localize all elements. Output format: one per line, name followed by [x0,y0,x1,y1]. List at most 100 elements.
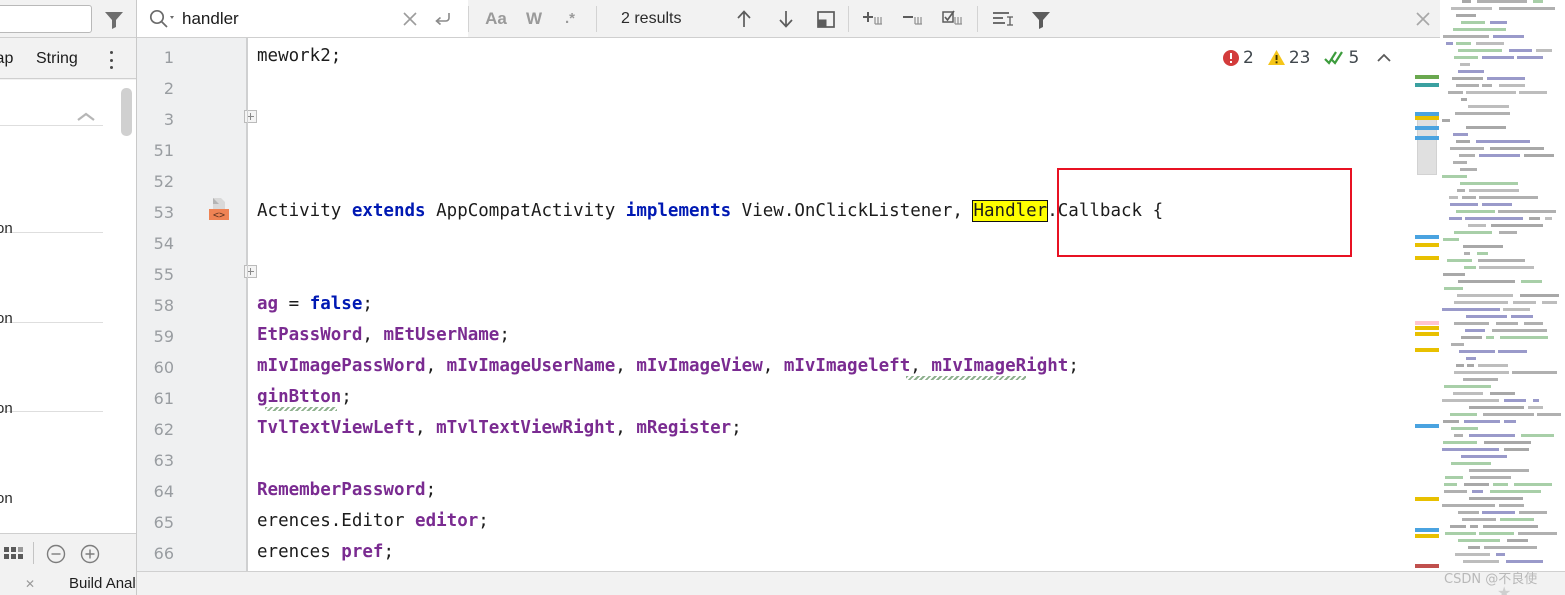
close-icon[interactable]: ✕ [25,577,35,591]
code-line-62[interactable]: TvlTextViewLeft, mTvlTextViewRight, mReg… [257,418,742,438]
left-panel-tab-string[interactable]: String [36,50,78,68]
minimap-code-line [1528,406,1543,409]
chevron-up-icon[interactable] [75,110,97,124]
marker-stripe[interactable] [1415,563,1439,568]
return-arrow-icon[interactable] [432,8,454,30]
marker-stripe[interactable] [1415,423,1439,428]
marker-stripe[interactable] [1415,82,1439,87]
marker-stripe[interactable] [1415,527,1439,532]
code-class-marker-icon[interactable]: <> [207,196,233,222]
minimap-code-line [1461,455,1507,458]
minimap-code-line [1442,119,1450,122]
search-input[interactable]: handler [182,0,239,37]
marker-stripe[interactable] [1415,534,1439,538]
minimap-code-line [1461,21,1485,24]
minimap-code-line [1496,553,1505,556]
warning-icon [1267,50,1285,65]
code-line-64[interactable]: RememberPassword; [257,480,436,500]
typo-squiggle [906,376,1026,380]
left-panel-tab-map[interactable]: lap [0,50,13,68]
marker-stripe[interactable] [1415,331,1439,336]
minimap-code-line [1545,217,1552,220]
code-minimap[interactable] [1440,0,1565,571]
minimap-code-line [1460,168,1477,171]
warning-indicator[interactable]: 23 [1267,48,1310,68]
code-line-58[interactable]: ag = false; [257,294,373,314]
list-item[interactable]: on [0,490,13,507]
line-number: 60 [153,358,174,377]
window-icon[interactable] [809,0,843,37]
marker-stripe[interactable] [1415,321,1439,326]
funnel-icon[interactable] [102,8,126,30]
minimap-code-line [1490,392,1515,395]
more-vertical-icon[interactable] [110,51,114,69]
marker-stripe[interactable] [1415,242,1439,247]
marker-stripe[interactable] [1415,256,1439,261]
search-icon[interactable] [148,8,178,30]
plus-columns-icon[interactable] [855,0,891,37]
minimap-code-line [1465,329,1485,332]
minimap-code-line [1459,350,1495,353]
code-line-60[interactable]: mIvImagePassWord, mIvImageUserName, mIvI… [257,356,1079,376]
marker-stripe[interactable] [1415,235,1439,240]
code-editor[interactable]: 1 2 3 51 52 53 54 55 58 59 60 61 62 63 6… [137,38,1428,571]
editor-marker-bar[interactable] [1414,38,1440,571]
code-line-53[interactable]: Activity extends AppCompatActivity imple… [257,200,1163,222]
regex-toggle[interactable]: .* [555,0,585,37]
chevron-up-icon[interactable] [1374,51,1394,65]
close-find-bar-icon[interactable] [1412,8,1434,30]
marker-stripe[interactable] [1415,135,1439,140]
marker-stripe[interactable] [1415,348,1439,352]
list-item[interactable]: on [0,220,13,237]
minimap-code-line [1450,525,1466,528]
arrow-down-icon[interactable] [769,0,803,37]
minimap-code-line [1513,301,1536,304]
whole-words-toggle[interactable]: W [519,0,549,37]
minimap-code-line [1453,161,1467,164]
footer-tab-build-analyzer[interactable]: Build Analyzer [69,575,136,592]
minimap-code-line [1456,210,1495,213]
marker-stripe[interactable] [1415,326,1439,331]
grid-icon[interactable] [3,545,25,561]
minus-columns-icon[interactable] [895,0,931,37]
marker-stripe[interactable] [1415,116,1439,121]
line-number: 55 [153,265,174,284]
error-count: 2 [1243,48,1254,68]
plus-circle-icon[interactable] [79,543,101,565]
minimap-code-line [1499,231,1517,234]
code-line-59[interactable]: EtPassWord, mEtUserName; [257,325,510,345]
left-panel-search-input[interactable] [0,5,92,33]
left-panel-scrollbar-thumb[interactable] [121,88,132,136]
close-icon[interactable] [400,9,420,29]
left-panel-tab-row: lap String [0,39,136,79]
code-line-1[interactable]: mework2; [257,46,341,66]
code-line-61[interactable]: ginBtton; [257,387,352,407]
code-text-area[interactable]: mework2; Activity extends AppCompatActiv… [249,38,1414,571]
minimap-code-line [1512,371,1557,374]
marker-stripe[interactable] [1415,496,1439,501]
minus-circle-icon[interactable] [45,543,67,565]
match-case-toggle[interactable]: Aa [479,0,513,37]
code-line-66[interactable]: erences pref; [257,542,394,562]
funnel-icon[interactable] [1023,0,1059,37]
error-indicator[interactable]: 2 [1222,48,1254,68]
check-columns-icon[interactable] [935,0,971,37]
ok-indicator[interactable]: 5 [1323,48,1359,68]
code-line-65[interactable]: erences.Editor editor; [257,511,489,531]
minimap-code-line [1476,140,1530,143]
list-item[interactable]: on [0,400,13,417]
editor-gutter[interactable]: 1 2 3 51 52 53 54 55 58 59 60 61 62 63 6… [137,38,257,571]
marker-stripe[interactable] [1415,126,1439,131]
lines-text-icon[interactable] [985,0,1021,37]
arrow-up-icon[interactable] [727,0,761,37]
typo-squiggle [265,407,337,411]
list-item[interactable]: on [0,310,13,327]
left-tool-panel: lap String on on on on [0,0,137,595]
marker-stripe[interactable] [1415,75,1439,80]
minimap-code-line [1504,420,1516,423]
toolbar-divider [33,542,34,564]
minimap-code-line [1448,91,1463,94]
list-divider [0,322,103,323]
inspections-widget[interactable]: 2 23 5 [1222,44,1431,72]
vertical-scrollbar-thumb[interactable] [1417,113,1437,175]
